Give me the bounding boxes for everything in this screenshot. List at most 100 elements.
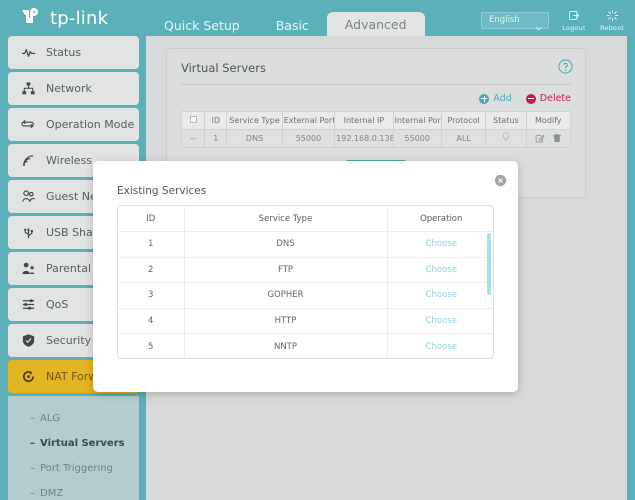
sidebar-item-status[interactable]: Status (8, 36, 139, 69)
question-mark-icon[interactable] (558, 59, 573, 74)
col-internal-ip: Internal IP (334, 111, 394, 130)
sidebar-subitem-label: Virtual Servers (40, 438, 125, 449)
reboot-button[interactable]: Reboot (599, 8, 625, 32)
modal-row-operation: Choose (387, 257, 493, 283)
edit-icon[interactable] (535, 133, 545, 145)
sidebar-subitem-label: Port Triggering (40, 463, 113, 474)
choose-link[interactable]: Choose (426, 342, 457, 352)
sidebar-subitem-alg[interactable]: – ALG (8, 406, 139, 431)
choose-link[interactable]: Choose (426, 265, 457, 275)
row-internal-port: 55000 (392, 129, 442, 148)
existing-services-modal: Existing Services ID Service Type Operat… (93, 161, 518, 392)
row-select[interactable]: -- (180, 129, 206, 148)
existing-services-table: ID Service Type Operation 1 DNS Choose 2… (118, 206, 493, 358)
modal-col-service-type: Service Type (184, 206, 388, 232)
trash-icon[interactable] (552, 133, 562, 145)
tplink-logo-icon (18, 5, 44, 31)
modal-row-service-type: NNTP (184, 333, 388, 358)
row-internal-ip: 192.168.0.138 (334, 129, 394, 148)
virtual-servers-table: ID Service Type External Port Internal I… (180, 111, 572, 148)
nat-forwarding-submenu: – ALG – Virtual Servers – Port Triggerin… (8, 396, 139, 500)
language-value: English (489, 15, 520, 25)
brand-logo[interactable]: tp-link (18, 5, 108, 31)
minus-circle-icon (525, 93, 536, 104)
sidebar-subitem-port-triggering[interactable]: – Port Triggering (8, 456, 139, 481)
delete-label: Delete (539, 93, 571, 104)
modal-row-operation: Choose (387, 231, 493, 258)
shield-icon (20, 333, 36, 349)
logout-icon (568, 8, 581, 23)
sidebar-subitem-dmz[interactable]: – DMZ (8, 481, 139, 500)
dash-icon: – (30, 488, 35, 499)
select-all-checkbox[interactable] (189, 116, 197, 123)
list-item: 1 DNS Choose (118, 231, 493, 258)
modal-row-id: 1 (118, 231, 185, 258)
col-internal-port: Internal Port (392, 111, 442, 130)
operation-mode-icon (20, 117, 36, 133)
col-status: Status (485, 111, 527, 130)
dash-icon: – (30, 413, 35, 424)
modal-title: Existing Services (117, 185, 207, 197)
top-header: tp-link Quick Setup Basic Advanced Engli… (0, 0, 635, 40)
col-external-port: External Port (281, 111, 336, 130)
add-button[interactable]: Add (479, 93, 512, 104)
brand-name: tp-link (50, 7, 109, 29)
row-status (485, 129, 527, 148)
modal-header-row: ID Service Type Operation (118, 206, 493, 232)
sidebar-subitem-virtual-servers[interactable]: – Virtual Servers (8, 431, 139, 456)
modal-row-service-type: GOPHER (184, 282, 388, 309)
modal-row-service-type: HTTP (184, 308, 388, 334)
choose-link[interactable]: Choose (426, 290, 457, 300)
close-icon[interactable] (494, 172, 507, 187)
sidebar-subitem-label: ALG (40, 413, 61, 424)
header-controls: English Logout Reboot (481, 8, 625, 32)
list-item: 5 NNTP Choose (118, 333, 493, 358)
modal-scrollbar[interactable] (487, 233, 491, 357)
sidebar-item-operation-mode[interactable]: Operation Mode (8, 108, 139, 141)
sidebar-item-label: Operation Mode (46, 118, 135, 131)
dash-icon: – (30, 463, 35, 474)
pulse-icon (20, 45, 36, 61)
modal-scrollbar-thumb[interactable] (487, 233, 491, 295)
select-all-header[interactable] (180, 111, 206, 130)
delete-button[interactable]: Delete (525, 93, 571, 104)
row-service-type: DNS (226, 129, 283, 148)
choose-link[interactable]: Choose (426, 239, 457, 249)
row-id: 1 (204, 129, 228, 148)
sidebar-item-label: QoS (46, 298, 69, 311)
logout-button[interactable]: Logout (561, 8, 587, 32)
col-protocol: Protocol (440, 111, 487, 130)
parental-controls-icon (20, 261, 36, 277)
list-item: 2 FTP Choose (118, 257, 493, 283)
modal-row-id: 2 (118, 257, 185, 283)
modal-row-operation: Choose (387, 282, 493, 309)
list-item: 4 HTTP Choose (118, 308, 493, 334)
bulb-icon (502, 132, 510, 142)
reboot-label: Reboot (599, 24, 625, 32)
sidebar-item-network[interactable]: Network (8, 72, 139, 105)
table-row: -- 1 DNS 55000 192.168.0.138 55000 ALL (180, 129, 572, 148)
modal-row-operation: Choose (387, 308, 493, 334)
chevron-down-icon (535, 17, 542, 31)
nat-forwarding-icon (20, 369, 36, 385)
col-id: ID (204, 111, 228, 130)
table-header-row: ID Service Type External Port Internal I… (180, 111, 572, 130)
sidebar-subitem-label: DMZ (40, 488, 64, 499)
reboot-icon (606, 8, 619, 23)
guest-users-icon (20, 189, 36, 205)
language-select[interactable]: English (481, 11, 549, 31)
modal-row-id: 4 (118, 308, 185, 334)
choose-link[interactable]: Choose (426, 316, 457, 326)
network-nodes-icon (20, 81, 36, 97)
sidebar-item-label: Wireless (46, 154, 93, 167)
usb-icon (20, 225, 36, 241)
logout-label: Logout (562, 24, 586, 32)
dash-icon: – (30, 438, 35, 449)
modal-row-service-type: FTP (184, 257, 388, 283)
qos-sliders-icon (20, 297, 36, 313)
modal-col-operation: Operation (387, 206, 493, 232)
existing-services-table-wrap: ID Service Type Operation 1 DNS Choose 2… (117, 205, 494, 359)
col-modify: Modify (525, 111, 572, 130)
modal-row-id: 3 (118, 282, 185, 309)
add-label: Add (493, 93, 512, 104)
